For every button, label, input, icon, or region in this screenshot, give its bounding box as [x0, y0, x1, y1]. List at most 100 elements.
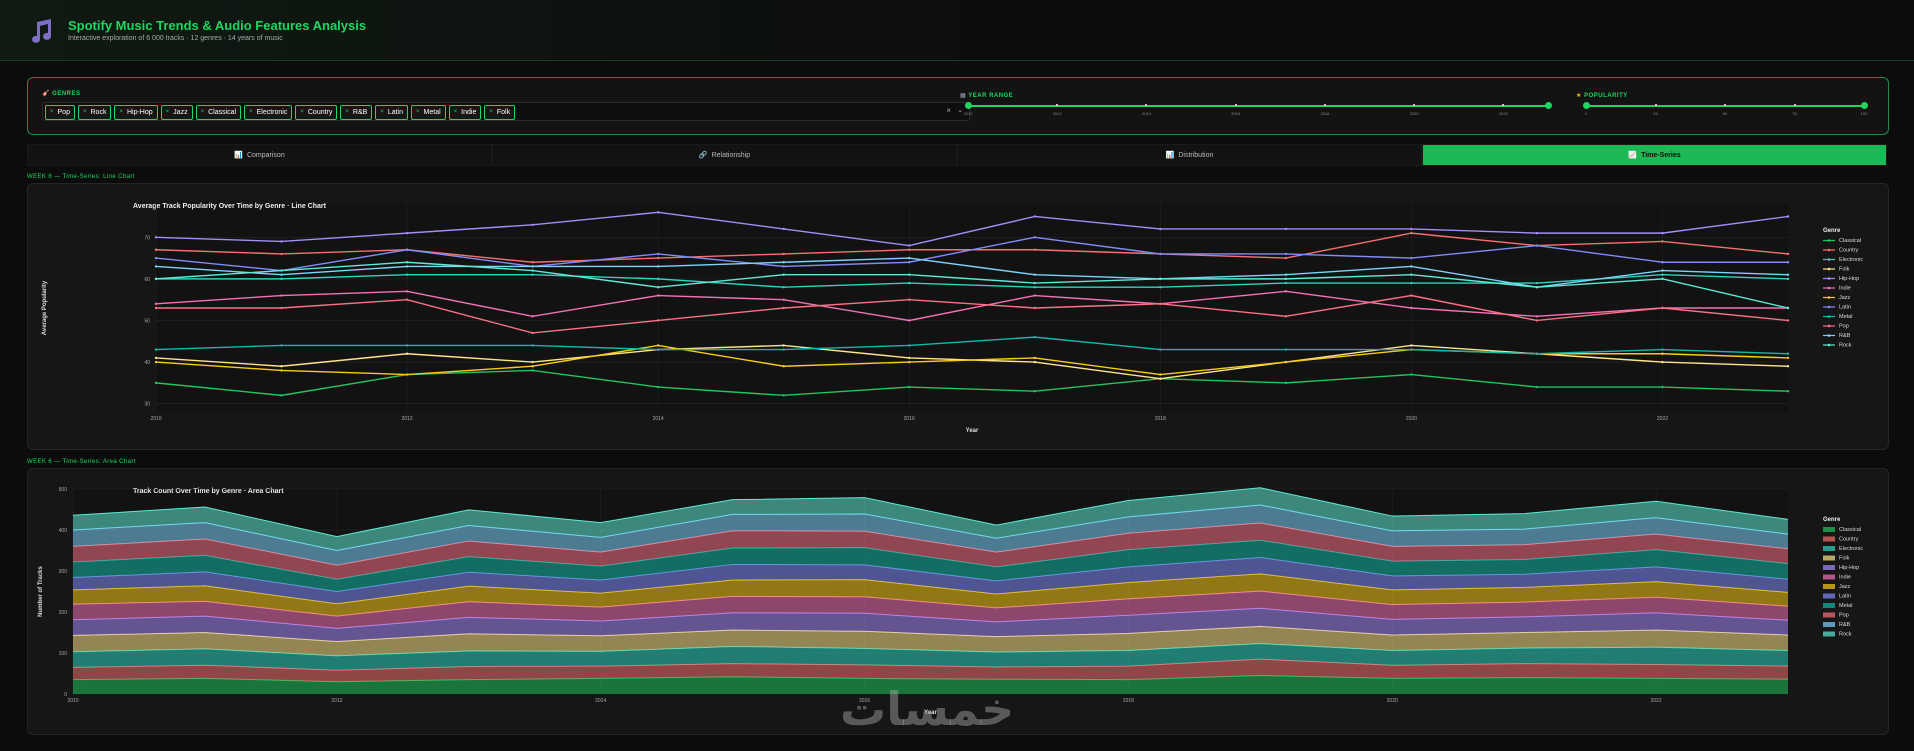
data-point-jazz[interactable] [908, 360, 911, 364]
legend-label-classical[interactable]: Classical [1839, 238, 1861, 244]
data-point-indie[interactable] [280, 294, 283, 297]
data-point-pop[interactable] [405, 298, 409, 301]
data-point-rock[interactable] [1284, 277, 1288, 281]
data-point-latin[interactable] [1284, 252, 1288, 256]
legend-label-randb[interactable]: R&B [1839, 622, 1851, 628]
genre-chip-randb[interactable]: × R&B [340, 105, 373, 120]
data-point-rock[interactable] [1661, 277, 1664, 281]
data-point-hip-hop[interactable] [1410, 227, 1413, 231]
data-point-rock[interactable] [908, 273, 911, 276]
data-point-rock[interactable] [405, 261, 409, 264]
data-point-folk[interactable] [1159, 377, 1162, 380]
data-point-metal[interactable] [656, 348, 660, 351]
data-point-metal[interactable] [908, 344, 911, 347]
data-point-country[interactable] [1786, 252, 1790, 256]
data-point-latin[interactable] [405, 248, 409, 251]
data-point-indie[interactable] [782, 298, 785, 301]
popularity-range-slider[interactable]: 0 25 50 75 100 [1582, 102, 1868, 119]
data-point-folk[interactable] [1033, 360, 1036, 364]
data-point-pop[interactable] [1033, 306, 1036, 310]
year-slider-track[interactable] [968, 105, 1548, 107]
data-point-jazz[interactable] [1033, 356, 1036, 360]
year-range-slider[interactable]: 2010 2012 2014 2016 2018 2020 2022 [964, 102, 1552, 119]
legend-label-jazz[interactable]: Jazz [1839, 295, 1851, 301]
legend-label-randb[interactable]: R&B [1839, 333, 1851, 339]
data-point-country[interactable] [531, 261, 534, 264]
legend-swatch-jazz[interactable] [1823, 584, 1835, 589]
legend-swatch-electronic[interactable] [1823, 546, 1835, 551]
data-point-randb[interactable] [1786, 273, 1790, 276]
data-point-rock[interactable] [1159, 277, 1162, 281]
data-point-country[interactable] [656, 256, 660, 260]
data-point-jazz[interactable] [1284, 360, 1288, 364]
data-point-country[interactable] [154, 248, 158, 251]
data-point-randb[interactable] [531, 265, 534, 268]
legend-swatch-classical[interactable] [1823, 527, 1835, 532]
data-point-electronic[interactable] [531, 273, 534, 276]
data-point-folk[interactable] [782, 344, 785, 347]
remove-chip-icon[interactable]: × [300, 106, 304, 119]
data-point-folk[interactable] [405, 352, 409, 355]
data-point-hip-hop[interactable] [656, 211, 660, 214]
data-point-jazz[interactable] [1786, 356, 1790, 360]
data-point-pop[interactable] [1159, 302, 1162, 306]
data-point-hip-hop[interactable] [1159, 227, 1162, 231]
data-point-electronic[interactable] [1786, 277, 1790, 281]
data-point-pop[interactable] [656, 319, 660, 322]
data-point-folk[interactable] [1410, 344, 1413, 347]
genre-chip-rock[interactable]: × Rock [77, 105, 112, 120]
remove-chip-icon[interactable]: × [454, 106, 458, 119]
data-point-metal[interactable] [1661, 348, 1664, 351]
data-point-randb[interactable] [908, 256, 911, 260]
data-point-rock[interactable] [1535, 286, 1539, 289]
legend-label-hip-hop[interactable]: Hip-Hop [1839, 276, 1859, 282]
data-point-hip-hop[interactable] [1786, 215, 1790, 218]
data-point-electronic[interactable] [656, 277, 660, 281]
data-point-electronic[interactable] [1159, 286, 1162, 289]
tab-distribution[interactable]: 📊 Distribution [957, 144, 1422, 166]
legend-label-rock[interactable]: Rock [1839, 632, 1852, 638]
data-point-classical[interactable] [1661, 385, 1664, 389]
data-point-pop[interactable] [782, 306, 785, 310]
data-point-latin[interactable] [656, 252, 660, 256]
data-point-electronic[interactable] [1661, 273, 1664, 276]
legend-swatch-pop[interactable] [1823, 612, 1835, 618]
data-point-rock[interactable] [531, 269, 534, 272]
data-point-folk[interactable] [1786, 365, 1790, 368]
legend-swatch-country[interactable] [1823, 536, 1835, 542]
data-point-country[interactable] [1033, 248, 1036, 251]
data-point-classical[interactable] [782, 394, 785, 397]
legend-swatch-hip-hop[interactable] [1823, 565, 1835, 570]
data-point-latin[interactable] [908, 261, 911, 264]
tab-relationship[interactable]: 🔗 Relationship [492, 144, 957, 166]
data-point-randb[interactable] [405, 265, 409, 268]
legend-label-indie[interactable]: Indie [1839, 575, 1851, 581]
data-point-hip-hop[interactable] [405, 231, 409, 235]
data-point-electronic[interactable] [1033, 286, 1036, 289]
genre-chip-latin[interactable]: × Latin [375, 105, 409, 120]
data-point-classical[interactable] [1786, 390, 1790, 393]
chevron-down-icon[interactable]: ⌄ [957, 106, 963, 114]
data-point-indie[interactable] [154, 302, 158, 306]
genre-chip-country[interactable]: × Country [295, 105, 338, 120]
data-point-hip-hop[interactable] [1033, 215, 1036, 218]
data-point-electronic[interactable] [908, 281, 911, 285]
data-point-country[interactable] [1661, 240, 1664, 243]
data-point-rock[interactable] [782, 273, 785, 276]
data-point-pop[interactable] [280, 306, 283, 310]
data-point-indie[interactable] [908, 319, 911, 322]
data-point-latin[interactable] [782, 265, 785, 268]
legend-swatch-metal[interactable] [1823, 603, 1835, 608]
legend-label-hip-hop[interactable]: Hip-Hop [1839, 565, 1859, 571]
data-point-pop[interactable] [1284, 315, 1288, 318]
data-point-metal[interactable] [782, 348, 785, 351]
data-point-rock[interactable] [280, 269, 283, 272]
data-point-randb[interactable] [1284, 273, 1288, 276]
data-point-hip-hop[interactable] [908, 244, 911, 247]
legend-label-jazz[interactable]: Jazz [1839, 584, 1851, 590]
data-point-classical[interactable] [908, 385, 911, 389]
legend-label-country[interactable]: Country [1839, 248, 1859, 254]
remove-chip-icon[interactable]: × [416, 106, 420, 119]
remove-chip-icon[interactable]: × [119, 106, 123, 119]
data-point-classical[interactable] [656, 385, 660, 389]
